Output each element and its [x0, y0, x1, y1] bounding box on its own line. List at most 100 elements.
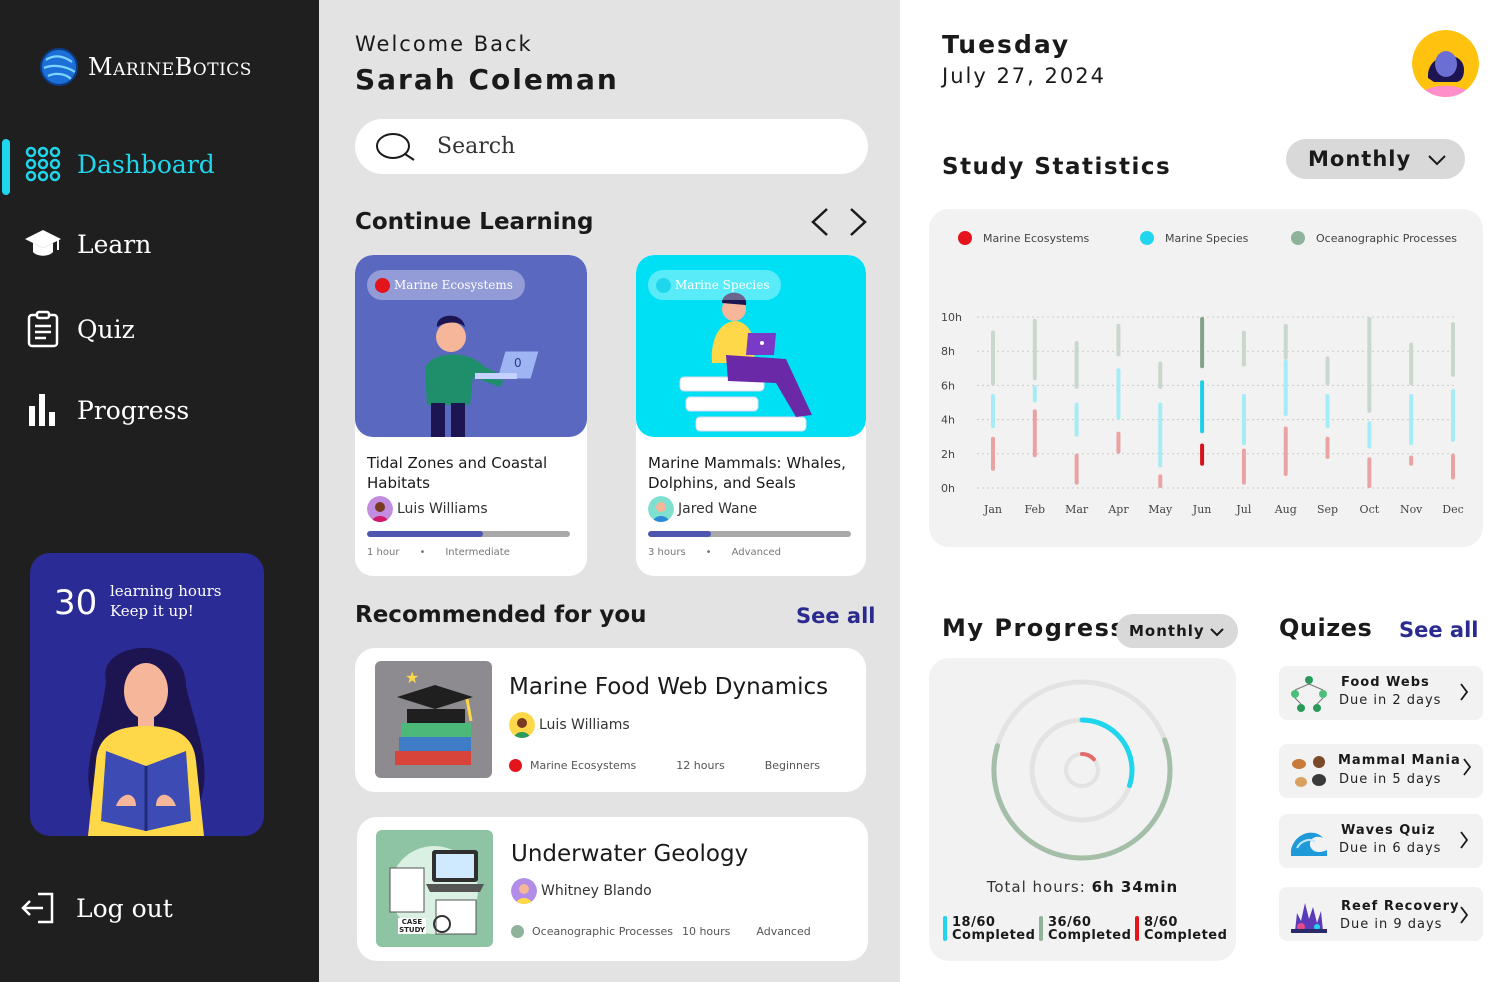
author-name: Luis Williams: [539, 717, 630, 733]
chevron-right-icon: [1460, 831, 1469, 849]
quizzes-title: Quizes: [1279, 614, 1373, 642]
chevron-right-icon: [1460, 683, 1469, 701]
course-progress-bar: [367, 531, 570, 537]
course-meta: Oceanographic Processes 10 hours Advance…: [511, 925, 811, 938]
avatar: [509, 712, 535, 738]
sidebar-item-learn[interactable]: Learn: [0, 214, 319, 274]
chart-bar: [1032, 409, 1037, 458]
chart-bar: [1451, 322, 1455, 377]
quiz-due-date: Due in 5 days: [1339, 772, 1442, 787]
course-card[interactable]: 0 Marine Ecosystems Tidal Zones and Coas…: [355, 255, 587, 576]
search-icon[interactable]: [375, 132, 417, 162]
quiz-item-mammal-mania[interactable]: Mammal Mania Due in 5 days: [1279, 744, 1483, 798]
course-duration: 1 hour: [367, 547, 400, 558]
chart-bar: [1367, 317, 1372, 413]
sidebar-item-progress[interactable]: Progress: [0, 380, 319, 440]
recommended-see-all-link[interactable]: See all: [796, 604, 876, 628]
completion-label: Completed: [952, 928, 1036, 943]
chart-bar: [991, 436, 995, 471]
recommended-course-card[interactable]: CASE STUDY Underwater Geology Whitney Bl…: [357, 817, 868, 961]
course-author: Jared Wane: [648, 496, 757, 522]
quiz-item-food-webs[interactable]: Food Webs Due in 2 days: [1279, 666, 1483, 720]
chart-bar: [1032, 318, 1037, 381]
wave-icon: [1291, 832, 1327, 856]
logout-button[interactable]: Log out: [20, 890, 173, 926]
y-tick-label: 0h: [941, 482, 955, 495]
completion-stat: 36/60 Completed: [1039, 916, 1131, 942]
quiz-name: Mammal Mania: [1338, 753, 1461, 768]
chart-bar: [1325, 393, 1330, 429]
y-tick-label: 4h: [941, 414, 955, 427]
sidebar-item-label: Quiz: [77, 314, 135, 344]
meta-separator: •: [419, 547, 426, 558]
chart-bar: [1032, 385, 1037, 403]
progress-rings-chart: [991, 679, 1173, 861]
quizzes-see-all-link[interactable]: See all: [1399, 618, 1479, 642]
avatar: [648, 496, 674, 522]
x-tick-label: Dec: [1442, 503, 1464, 516]
course-tag-label: Marine Species: [675, 278, 770, 292]
chart-bar: [1283, 426, 1288, 477]
course-tag: Marine Ecosystems: [367, 270, 525, 300]
logout-label: Log out: [76, 893, 173, 923]
course-progress-fill: [648, 531, 711, 537]
user-name: Sarah Coleman: [355, 63, 619, 96]
total-hours-label: Total hours:: [986, 878, 1086, 896]
chevron-right-icon[interactable]: [847, 206, 869, 238]
search-bar[interactable]: [355, 119, 868, 174]
my-progress-card: Total hours: 6h 34min 18/60 Completed 36…: [929, 658, 1236, 961]
learning-hours-card: 30 learning hours Keep it up!: [30, 553, 264, 836]
course-meta: Marine Ecosystems 12 hours Beginners: [509, 759, 820, 772]
quiz-item-waves-quiz[interactable]: Waves Quiz Due in 6 days: [1279, 814, 1483, 868]
total-hours: Total hours: 6h 34min: [929, 878, 1236, 896]
chart-bar: [1451, 388, 1455, 442]
stat-color-bar: [1039, 916, 1043, 941]
chart-bar: [1116, 323, 1121, 357]
x-tick-label: May: [1148, 503, 1173, 516]
course-thumbnail: ★: [375, 661, 492, 778]
tag-color-dot: [656, 277, 671, 293]
dropdown-value: Monthly: [1308, 147, 1412, 171]
author-name: Luis Williams: [397, 501, 488, 517]
x-tick-label: Feb: [1025, 503, 1046, 516]
chevron-left-icon[interactable]: [809, 206, 831, 238]
course-category: Marine Ecosystems: [530, 759, 637, 772]
brand-logo[interactable]: MarineBotics: [38, 46, 252, 88]
search-input[interactable]: [437, 129, 837, 163]
y-tick-label: 8h: [941, 345, 955, 358]
course-duration: 3 hours: [648, 547, 686, 558]
main-content: Welcome Back Sarah Coleman Continue Lear…: [319, 0, 900, 982]
coral-reef-icon: [1291, 903, 1327, 933]
case-study-label: CASE STUDY: [398, 918, 426, 934]
avatar[interactable]: [1412, 30, 1479, 97]
reading-woman-illustration: [88, 647, 205, 836]
chevron-down-icon: [1210, 628, 1224, 637]
chart-bar: [1409, 455, 1414, 466]
statistics-period-dropdown[interactable]: Monthly: [1286, 139, 1465, 179]
course-card[interactable]: Marine Species Marine Mammals: Whales, D…: [636, 255, 866, 576]
sidebar-item-quiz[interactable]: Quiz: [0, 299, 319, 359]
quiz-item-reef-recovery[interactable]: Reef Recovery Due in 9 days: [1279, 887, 1483, 941]
progress-period-dropdown[interactable]: Monthly: [1116, 614, 1238, 648]
chart-bar: [1241, 393, 1246, 446]
completion-stat: 8/60 Completed: [1135, 916, 1227, 942]
mammals-icon: [1292, 756, 1326, 787]
recommended-course-title: Underwater Geology: [511, 841, 749, 867]
chart-bar: [1158, 474, 1163, 488]
x-tick-label: Apr: [1107, 503, 1129, 516]
sidebar-item-label: Progress: [77, 395, 190, 425]
current-date: July 27, 2024: [942, 64, 1106, 88]
course-author: Luis Williams: [509, 712, 630, 738]
y-tick-label: 10h: [941, 311, 962, 324]
stat-color-bar: [943, 916, 947, 941]
chart-bar: [1367, 457, 1372, 488]
chart-bar: [1283, 323, 1288, 360]
laptop-screen-badge: 0: [514, 356, 522, 370]
course-level: Intermediate: [445, 547, 510, 558]
chart-bar: [991, 393, 995, 429]
recommended-course-card[interactable]: ★ Marine Food Web Dynamics Luis Williams…: [355, 648, 866, 792]
course-illustration: 0 Marine Ecosystems: [355, 255, 587, 437]
brand-globe-icon: [40, 48, 78, 86]
sidebar-item-dashboard[interactable]: Dashboard: [0, 134, 319, 194]
clipboard-icon: [24, 310, 62, 348]
